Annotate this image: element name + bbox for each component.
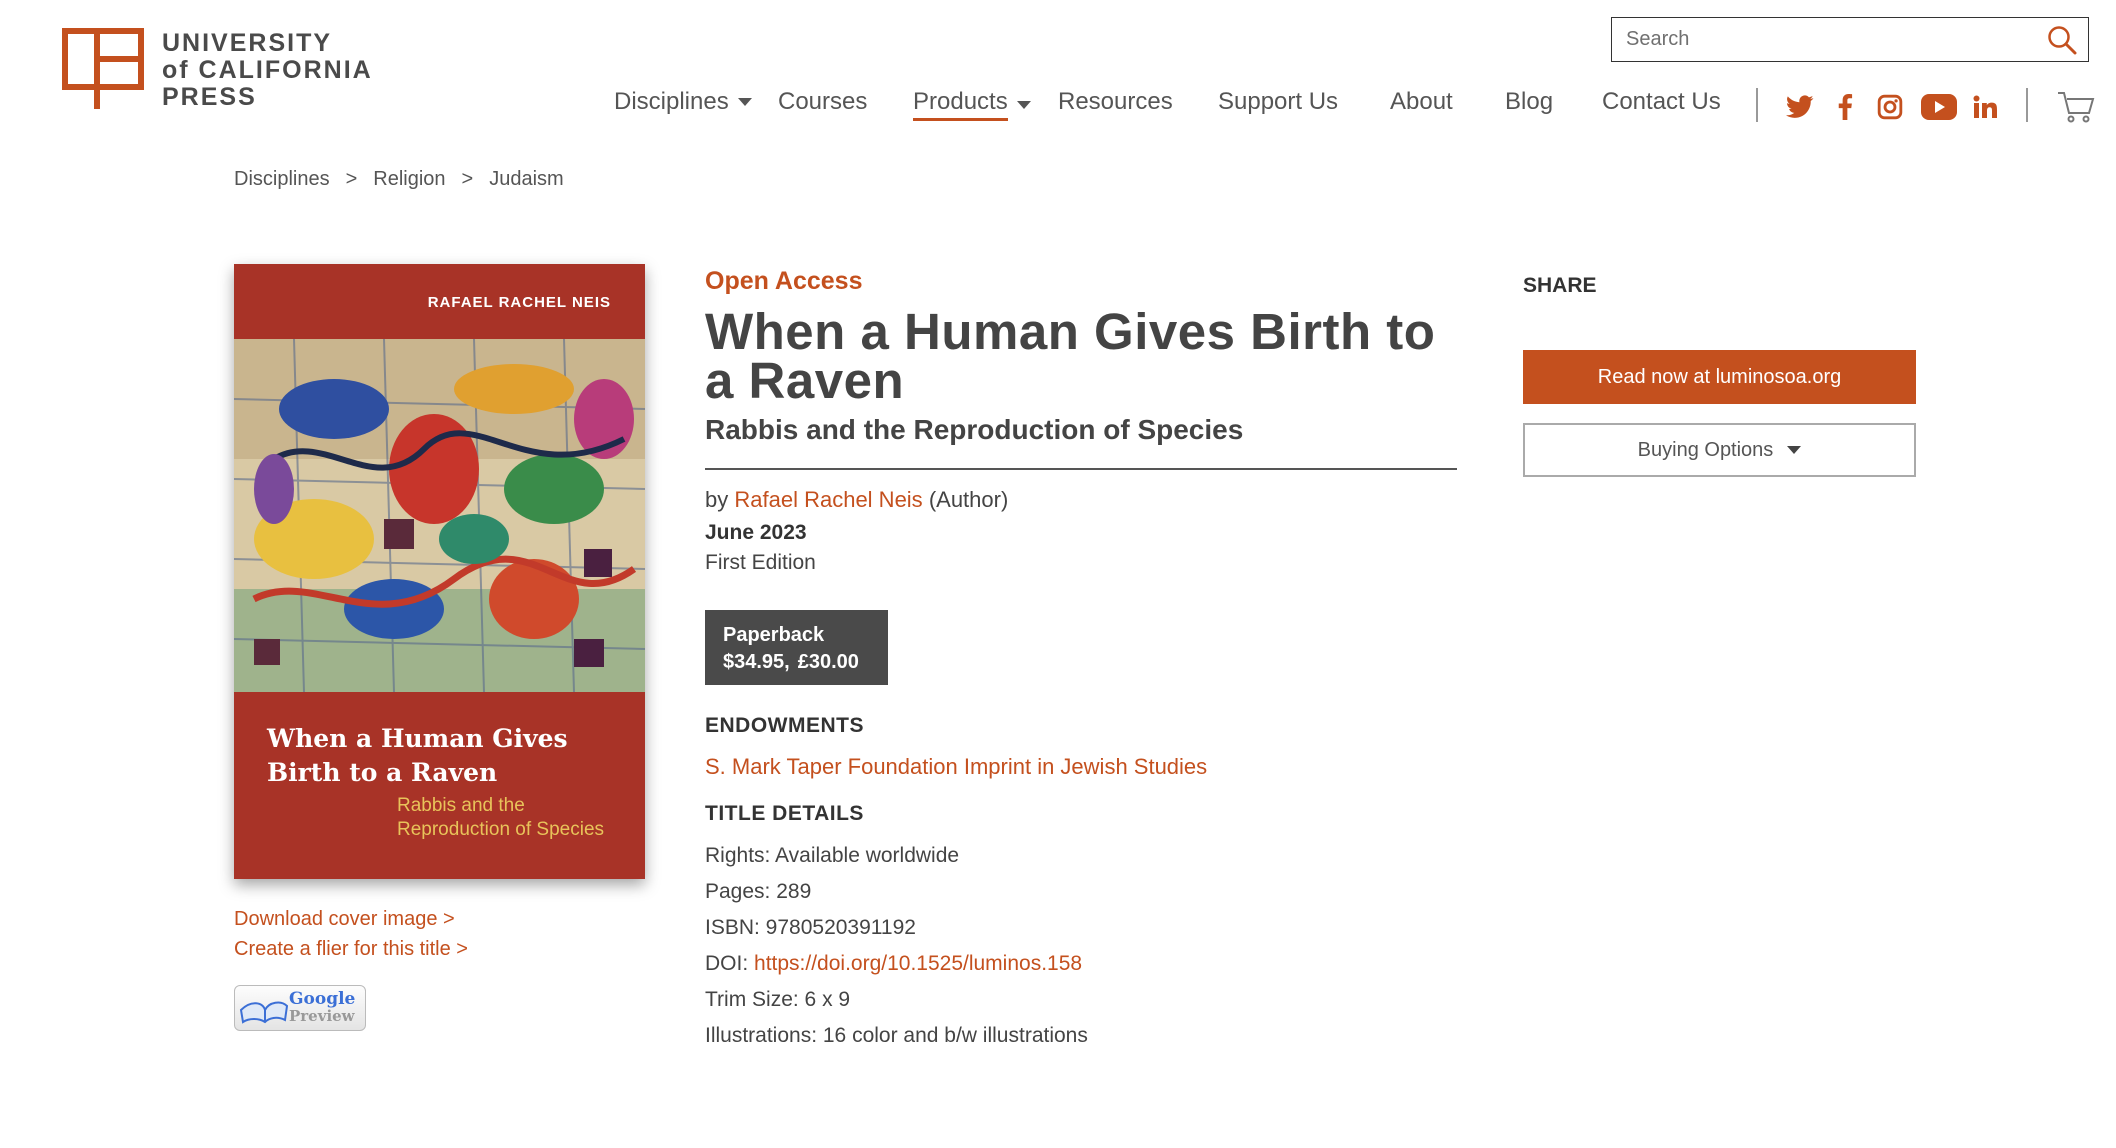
detail-trim-size: Trim Size: 6 x 9 [705, 988, 851, 1011]
cover-links: Download cover image > Create a flier fo… [234, 904, 468, 964]
nav-disciplines-label: Disciplines [614, 88, 729, 115]
chevron-down-icon [737, 98, 752, 106]
breadcrumb-religion[interactable]: Religion [373, 168, 445, 191]
twitter-icon[interactable] [1785, 92, 1815, 122]
site-logo[interactable]: UNIVERSITY of CALIFORNIA PRESS [62, 28, 373, 112]
nav-contact-us[interactable]: Contact Us [1602, 88, 1721, 116]
price-usd: $34.95, [723, 651, 790, 673]
breadcrumb-separator: > [461, 168, 474, 190]
facebook-icon[interactable] [1830, 92, 1860, 122]
share-heading: SHARE [1523, 274, 1597, 297]
breadcrumb-separator: > [345, 168, 358, 190]
nav-products[interactable]: Products [913, 88, 1031, 121]
buying-options-button[interactable]: Buying Options [1523, 423, 1916, 477]
nav-divider [1756, 88, 1758, 122]
breadcrumb: Disciplines > Religion > Judaism [234, 168, 564, 191]
nav-contact-us-label: Contact Us [1602, 88, 1721, 115]
nav-support-us-label: Support Us [1218, 88, 1339, 115]
title-divider [705, 468, 1457, 470]
author-role: (Author) [928, 487, 1009, 512]
google-preview-label-2: Preview [289, 1007, 355, 1025]
breadcrumb-disciplines[interactable]: Disciplines [234, 168, 330, 191]
nav-products-label: Products [913, 88, 1008, 121]
nav-courses-label: Courses [778, 88, 868, 115]
cover-title: When a Human Gives Birth to a Raven [267, 724, 568, 787]
format-price: $34.95, £30.00 [723, 649, 888, 676]
read-now-button[interactable]: Read now at luminosoa.org [1523, 350, 1916, 404]
book-cover: RAFAEL RACHEL NEIS When a Human Gives Bi… [234, 264, 645, 879]
google-preview-button[interactable]: Google Preview [234, 985, 366, 1031]
nav-about[interactable]: About [1390, 88, 1453, 116]
logo-wordmark: UNIVERSITY of CALIFORNIA PRESS [162, 30, 373, 111]
nav-about-label: About [1390, 88, 1453, 115]
open-book-icon [239, 1001, 289, 1024]
cover-subtitle: Rabbis and the Reproduction of Species [397, 795, 605, 840]
doi-link[interactable]: https://doi.org/10.1525/luminos.158 [754, 952, 1082, 975]
title-details-heading: TITLE DETAILS [705, 802, 864, 825]
price-gbp: £30.00 [797, 651, 859, 673]
doi-label: DOI: [705, 952, 749, 975]
breadcrumb-judaism[interactable]: Judaism [489, 168, 563, 191]
detail-rights: Rights: Available worldwide [705, 844, 960, 867]
nav-resources-label: Resources [1058, 88, 1173, 115]
nav-disciplines[interactable]: Disciplines [614, 88, 752, 116]
title-details-list: Rights: Available worldwide Pages: 289 I… [705, 838, 1088, 1054]
byline-by: by [705, 487, 729, 512]
logo-line-1: UNIVERSITY [162, 29, 333, 57]
nav-support-us[interactable]: Support Us [1218, 88, 1338, 116]
cart-icon[interactable] [2056, 92, 2096, 123]
cover-author: RAFAEL RACHEL NEIS [427, 294, 611, 311]
byline: by Rafael Rachel Neis (Author) [705, 487, 1008, 513]
chevron-down-icon [1787, 446, 1802, 454]
search-input[interactable] [1612, 18, 2042, 61]
detail-isbn: ISBN: 9780520391192 [705, 916, 916, 939]
nav-resources[interactable]: Resources [1058, 88, 1173, 116]
google-preview-label-1: Google [289, 989, 356, 1009]
format-paperback-button[interactable]: Paperback $34.95, £30.00 [705, 610, 888, 685]
search-icon[interactable] [2042, 20, 2082, 60]
logo-line-3: PRESS [162, 83, 257, 111]
detail-doi: DOI: https://doi.org/10.1525/luminos.158 [705, 946, 1088, 982]
publication-date: June 2023 [705, 521, 807, 544]
ucpress-logo-icon [62, 28, 144, 109]
search-box [1611, 17, 2089, 62]
endowment-link[interactable]: S. Mark Taper Foundation Imprint in Jewi… [705, 754, 1207, 780]
buying-options-label: Buying Options [1637, 438, 1774, 461]
instagram-icon[interactable] [1875, 92, 1905, 122]
author-link[interactable]: Rafael Rachel Neis [734, 487, 922, 512]
youtube-icon[interactable] [1920, 92, 1958, 122]
create-flier-link[interactable]: Create a flier for this title > [234, 934, 468, 964]
nav-blog[interactable]: Blog [1505, 88, 1553, 116]
download-cover-link[interactable]: Download cover image > [234, 904, 468, 934]
endowments-heading: ENDOWMENTS [705, 714, 864, 737]
nav-blog-label: Blog [1505, 88, 1554, 115]
nav-divider [2026, 88, 2028, 122]
chevron-down-icon [1016, 100, 1031, 109]
linkedin-icon[interactable] [1970, 92, 2000, 122]
detail-illustrations: Illustrations: 16 color and b/w illustra… [705, 1024, 1088, 1047]
edition: First Edition [705, 551, 816, 574]
format-name: Paperback [723, 624, 825, 646]
page-title: When a Human Gives Birth to a Raven [705, 303, 1436, 409]
page-subtitle: Rabbis and the Reproduction of Species [705, 414, 1244, 445]
logo-line-2: of CALIFORNIA [162, 56, 373, 84]
cover-artwork [234, 339, 645, 692]
open-access-badge: Open Access [705, 267, 863, 295]
nav-courses[interactable]: Courses [778, 88, 867, 116]
detail-pages: Pages: 289 [705, 880, 812, 903]
